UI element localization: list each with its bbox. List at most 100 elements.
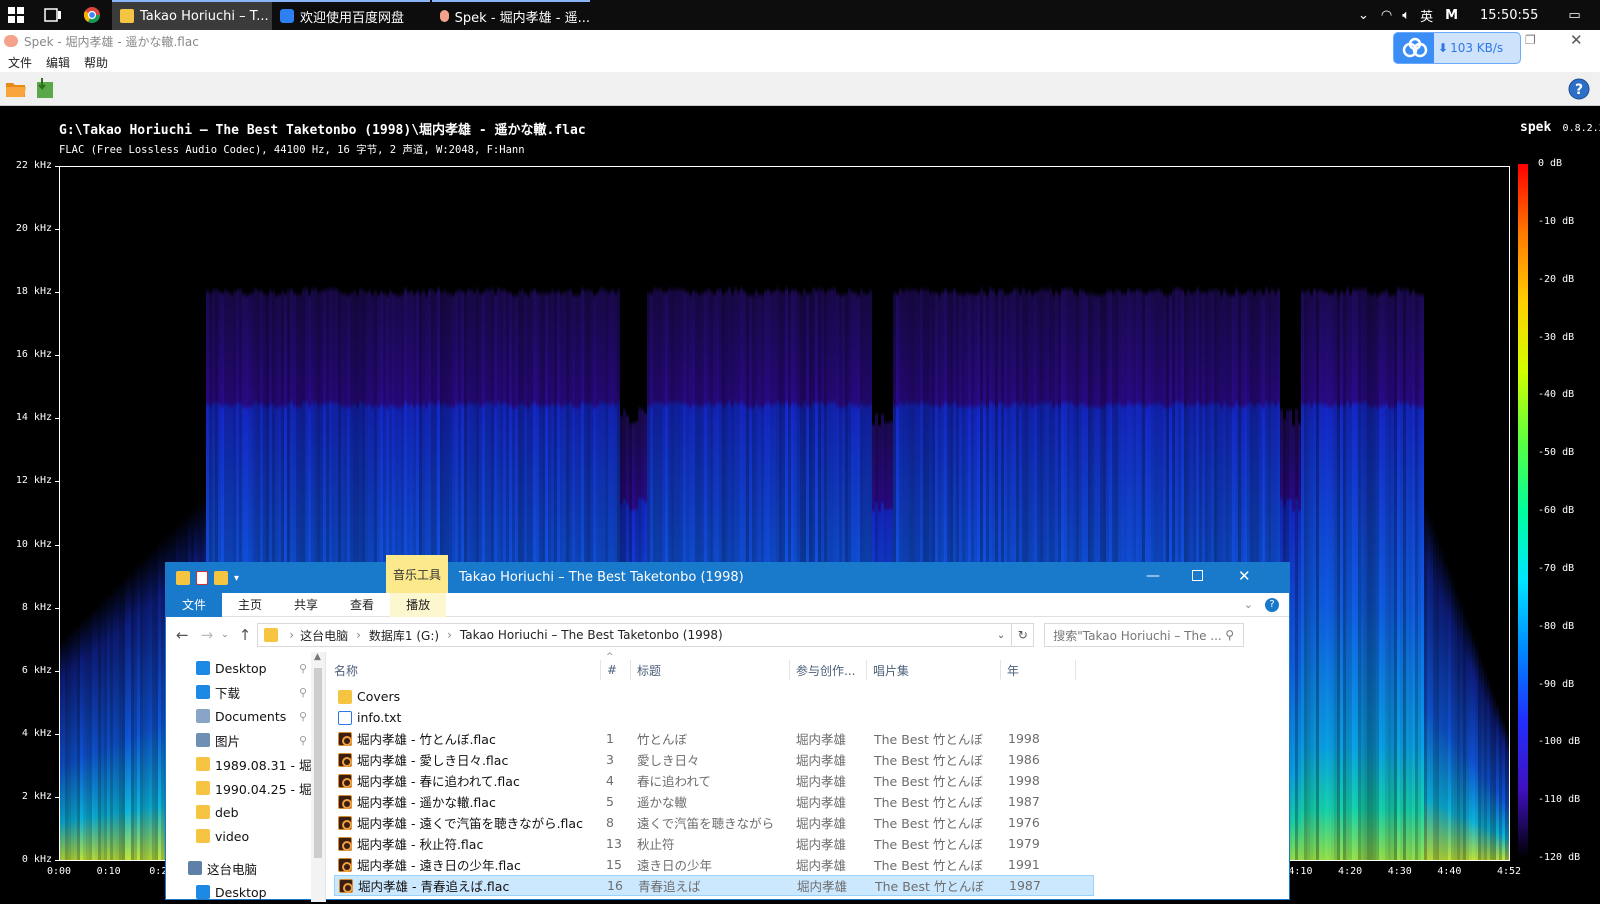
close-button[interactable]: ✕ bbox=[1238, 567, 1251, 585]
contextual-tab-music-tools[interactable]: 音乐工具 bbox=[386, 555, 448, 593]
recent-locations-icon[interactable]: ⌄ bbox=[221, 630, 229, 640]
address-bar[interactable]: › 这台电脑 › 数据库1 (G:) › Takao Horiuchi – Th… bbox=[257, 623, 1013, 647]
ribbon-tab-home[interactable]: 主页 bbox=[222, 593, 278, 617]
forward-arrow-icon[interactable]: → bbox=[201, 626, 214, 644]
search-input[interactable]: 搜索"Takao Horiuchi – The ... bbox=[1053, 627, 1221, 644]
breadcrumb-this-pc[interactable]: 这台电脑 bbox=[300, 627, 348, 644]
folder-icon[interactable] bbox=[176, 571, 190, 585]
help-button[interactable]: ? bbox=[1568, 78, 1590, 100]
expand-ribbon-icon[interactable]: ⌄ bbox=[1244, 598, 1253, 611]
refresh-button[interactable]: ↻ bbox=[1012, 623, 1035, 647]
maximize-button[interactable] bbox=[1192, 570, 1203, 581]
track-album: The Best 竹とんぼ bbox=[874, 732, 983, 747]
column-header-year[interactable]: 年 bbox=[1000, 660, 1076, 680]
nav-item[interactable]: deb bbox=[166, 800, 311, 824]
nav-item[interactable]: 图片 ⚲ bbox=[166, 728, 311, 752]
nav-item-label: 1989.08.31 - 堀 bbox=[215, 757, 311, 773]
taskbar-tab-explorer[interactable]: Takao Horiuchi – T... bbox=[112, 0, 272, 30]
nav-item[interactable]: Desktop ⚲ bbox=[166, 656, 311, 680]
track-year: 1998 bbox=[1008, 773, 1040, 788]
nav-item[interactable]: 1989.08.31 - 堀 bbox=[166, 752, 311, 776]
address-dropdown-icon[interactable]: ⌄ bbox=[997, 630, 1005, 641]
nav-item[interactable]: video bbox=[166, 824, 311, 848]
file-row[interactable]: 堀内孝雄 - 秋止符.flac 13 秋止符 堀内孝雄 The Best 竹とんぼ 197… bbox=[334, 833, 1094, 854]
start-button[interactable] bbox=[8, 7, 24, 23]
file-list: 名称 ^ # 标题 参与创作... 唱片集 年 Covers info.txt 堀内… bbox=[334, 652, 1289, 902]
save-image-button[interactable] bbox=[34, 76, 58, 100]
menu-file[interactable]: 文件 bbox=[8, 54, 32, 71]
ribbon-tab-play[interactable]: 播放 bbox=[390, 592, 447, 617]
netdisk-speed-widget[interactable]: ⬇ 103 KB/s bbox=[1393, 32, 1521, 64]
track-number: 1 bbox=[606, 731, 614, 746]
file-row[interactable]: 堀内孝雄 - 遠き日の少年.flac 15 遠き日の少年 堀内孝雄 The Best 竹… bbox=[334, 854, 1094, 875]
back-arrow-icon[interactable]: ← bbox=[176, 626, 189, 644]
volume-icon[interactable]: 🔈︎ bbox=[1402, 8, 1410, 23]
file-row[interactable]: 堀内孝雄 - 遥かな轍.flac 5 遥かな轍 堀内孝雄 The Best 竹とんぼ 19… bbox=[334, 791, 1094, 812]
file-row[interactable]: 堀内孝雄 - 遠くで汽笛を聴きながら.flac 8 遠くで汽笛を聴きながら 堀内孝雄 T… bbox=[334, 812, 1094, 833]
taskbar-tab-spek[interactable]: Spek - 堀内孝雄 - 遥... bbox=[432, 0, 590, 30]
properties-icon[interactable] bbox=[196, 571, 208, 585]
chevron-up-icon[interactable]: ⌄ bbox=[1358, 8, 1369, 23]
nav-item[interactable]: Desktop bbox=[166, 880, 311, 904]
wifi-icon[interactable]: ◠ bbox=[1381, 8, 1392, 23]
up-arrow-icon[interactable]: ↑ bbox=[239, 626, 252, 644]
restore-button[interactable]: ❐ bbox=[1525, 33, 1536, 47]
notification-icon[interactable]: ▭ bbox=[1568, 8, 1580, 23]
file-row[interactable]: info.txt bbox=[334, 707, 1094, 728]
track-album: The Best 竹とんぼ bbox=[874, 753, 983, 768]
ime-indicator[interactable]: 英 bbox=[1420, 6, 1433, 25]
file-row[interactable]: 堀内孝雄 - 竹とんぼ.flac 1 竹とんぼ 堀内孝雄 The Best 竹とんぼ 19… bbox=[334, 728, 1094, 749]
search-box[interactable]: 搜索"Takao Horiuchi – The ... ⚲ bbox=[1044, 623, 1245, 647]
column-header-name[interactable]: 名称 bbox=[334, 660, 358, 680]
ime-mode-indicator[interactable]: M bbox=[1445, 8, 1458, 23]
pin-icon[interactable]: ⚲ bbox=[299, 686, 307, 699]
ribbon-tab-view[interactable]: 查看 bbox=[334, 593, 390, 617]
nav-item-label: Desktop bbox=[215, 884, 267, 900]
file-row[interactable]: 堀内孝雄 - 愛しき日々.flac 3 愛しき日々 堀内孝雄 The Best 竹とんぼ… bbox=[334, 749, 1094, 770]
column-header-album[interactable]: 唱片集 bbox=[866, 660, 909, 680]
nav-item[interactable]: Documents ⚲ bbox=[166, 704, 311, 728]
close-button[interactable]: ✕ bbox=[1570, 31, 1583, 49]
flac-file-icon bbox=[338, 773, 352, 788]
ribbon-tab-file[interactable]: 文件 bbox=[166, 592, 223, 617]
file-name-cell: Covers bbox=[338, 689, 400, 704]
nav-item[interactable]: 这台电脑 bbox=[166, 856, 311, 880]
search-icon[interactable]: ⚲ bbox=[1225, 628, 1234, 642]
pin-icon[interactable]: ⚲ bbox=[299, 734, 307, 747]
file-row[interactable]: 堀内孝雄 - 春に追われて.flac 4 春に追われて 堀内孝雄 The Best 竹と… bbox=[334, 770, 1094, 791]
db-tick-label: -120 dB bbox=[1538, 852, 1581, 863]
file-name: 堀内孝雄 - 青春追えば.flac bbox=[358, 879, 510, 894]
column-header-title[interactable]: 标题 bbox=[630, 660, 661, 680]
pin-icon[interactable]: ⚲ bbox=[299, 662, 307, 675]
baidu-cloud-icon bbox=[1402, 37, 1428, 58]
flac-file-icon bbox=[338, 836, 352, 851]
pin-icon[interactable]: ⚲ bbox=[299, 710, 307, 723]
minimize-button[interactable]: — bbox=[1146, 568, 1160, 584]
column-header-artist[interactable]: 参与创作... bbox=[789, 660, 855, 680]
db-tick-label: -50 dB bbox=[1538, 447, 1575, 459]
clock[interactable]: 15:50:55 bbox=[1480, 8, 1538, 23]
file-row[interactable]: 堀内孝雄 - 青春追えば.flac 16 青春追えば 堀内孝雄 The Best 竹とん… bbox=[334, 875, 1094, 896]
nav-item[interactable]: 1990.04.25 - 堀 bbox=[166, 776, 311, 800]
customize-toolbar-icon[interactable]: ▾ bbox=[234, 573, 239, 584]
menu-help[interactable]: 帮助 bbox=[84, 54, 108, 71]
breadcrumb-folder[interactable]: Takao Horiuchi – The Best Taketonbo (199… bbox=[460, 628, 723, 642]
help-icon[interactable]: ? bbox=[1265, 597, 1279, 612]
chrome-taskbar-button[interactable] bbox=[83, 7, 100, 23]
folder-icon bbox=[196, 781, 210, 795]
scroll-up-icon[interactable]: ▲ bbox=[314, 652, 321, 662]
nav-item-label: 图片 bbox=[215, 733, 241, 749]
scrollbar-thumb[interactable] bbox=[314, 668, 322, 858]
breadcrumb-drive[interactable]: 数据库1 (G:) bbox=[369, 627, 439, 644]
menu-edit[interactable]: 编辑 bbox=[46, 54, 70, 71]
column-header-number[interactable]: # bbox=[600, 660, 617, 680]
taskbar-tab-baidu[interactable]: 欢迎使用百度网盘 bbox=[272, 0, 430, 30]
nav-item[interactable]: 下载 ⚲ bbox=[166, 680, 311, 704]
nav-scrollbar[interactable]: ▲ bbox=[311, 652, 325, 902]
file-row[interactable]: Covers bbox=[334, 686, 1094, 707]
track-title: 遥かな轍 bbox=[637, 795, 688, 810]
task-view-button[interactable] bbox=[44, 7, 62, 23]
open-file-button[interactable] bbox=[4, 77, 28, 99]
ribbon-tab-share[interactable]: 共享 bbox=[278, 593, 334, 617]
new-folder-icon[interactable] bbox=[214, 571, 228, 585]
